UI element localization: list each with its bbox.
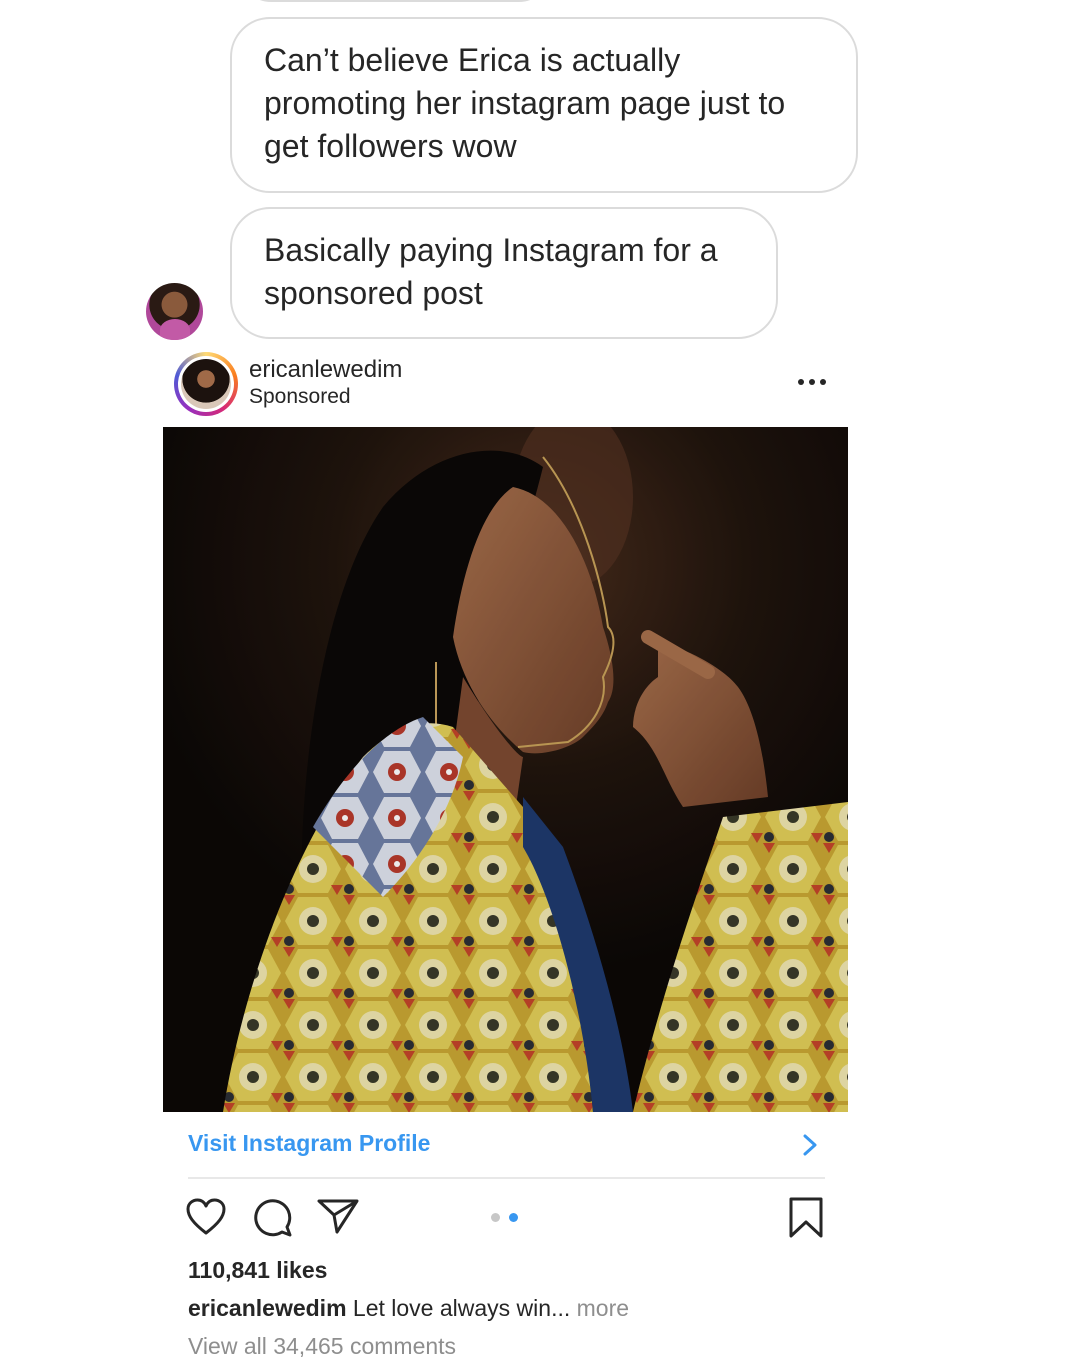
- carousel-dot: [491, 1213, 500, 1222]
- bookmark-icon[interactable]: [787, 1196, 825, 1239]
- message-bubble: Basically paying Instagram for a sponsor…: [230, 207, 778, 339]
- sponsored-label: Sponsored: [249, 385, 351, 408]
- more-options-icon[interactable]: [795, 372, 829, 392]
- visit-profile-link[interactable]: Visit Instagram Profile: [188, 1130, 430, 1157]
- caption-username[interactable]: ericanlewedim: [188, 1295, 347, 1321]
- post-author-avatar[interactable]: [174, 352, 238, 416]
- post-username[interactable]: ericanlewedim: [249, 356, 402, 384]
- likes-count[interactable]: 110,841 likes: [188, 1257, 327, 1284]
- carousel-dot-active: [509, 1213, 518, 1222]
- sender-avatar[interactable]: [146, 283, 203, 340]
- comment-icon[interactable]: [252, 1197, 294, 1239]
- view-comments-link[interactable]: View all 34,465 comments: [188, 1333, 456, 1360]
- share-icon[interactable]: [316, 1197, 360, 1235]
- post-caption: ericanlewedim Let love always win... mor…: [188, 1295, 629, 1322]
- chevron-right-icon[interactable]: [800, 1133, 820, 1157]
- caption-text: Let love always win...: [352, 1295, 571, 1321]
- heart-icon[interactable]: [185, 1197, 227, 1237]
- post-photo[interactable]: [163, 427, 848, 1112]
- previous-message-bubble: [240, 0, 550, 2]
- caption-more-link[interactable]: more: [577, 1295, 629, 1321]
- divider: [188, 1177, 825, 1179]
- message-bubble: Can’t believe Erica is actually promotin…: [230, 17, 858, 193]
